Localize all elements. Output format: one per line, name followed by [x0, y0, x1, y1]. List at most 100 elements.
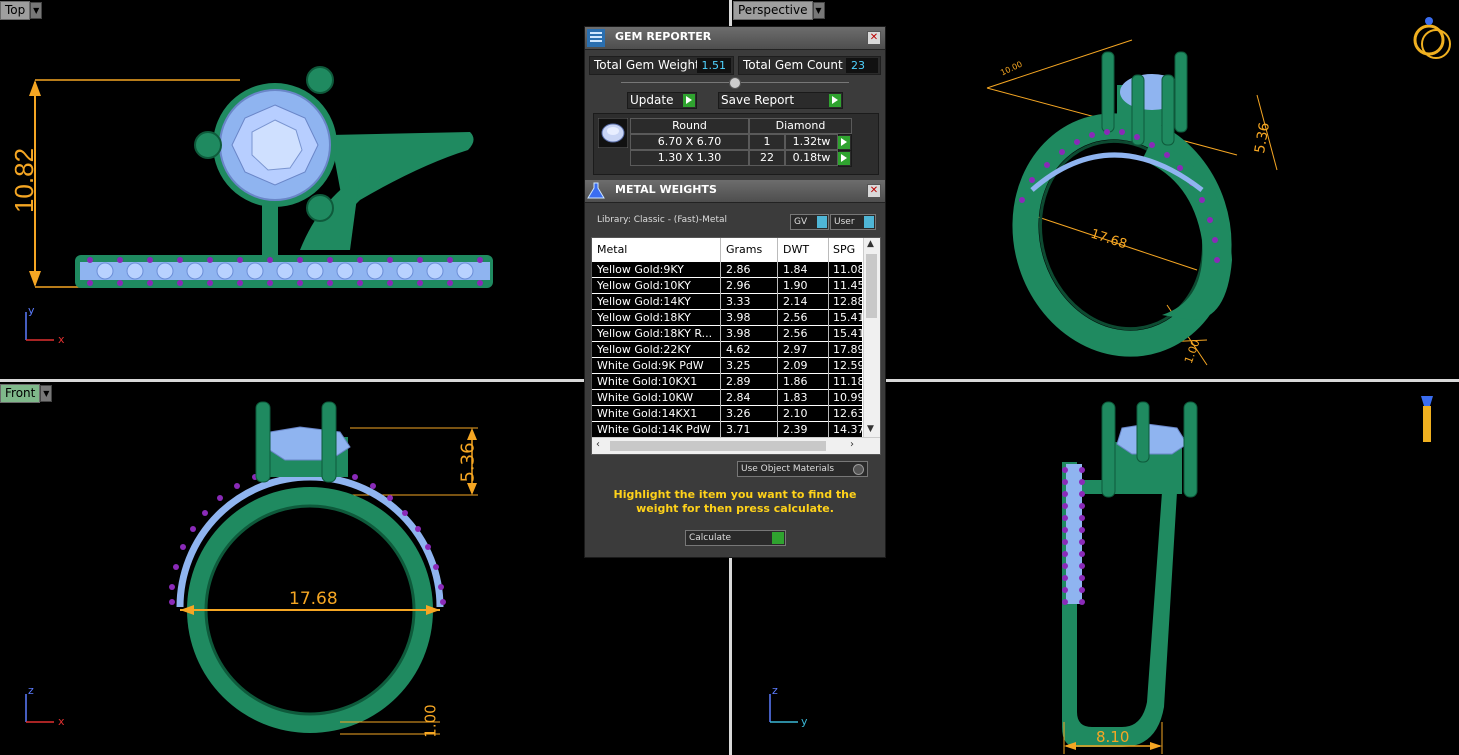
scroll-up-icon[interactable]: ▲	[867, 239, 874, 249]
total-gem-weight-field: Total Gem Weight 1.51	[589, 56, 734, 75]
play-icon	[838, 152, 850, 165]
calculate-button-label: Calculate	[689, 533, 732, 543]
chevron-down-icon[interactable]: ▼	[812, 2, 825, 19]
user-toggle-label: User	[834, 217, 855, 227]
table-cell: 12.63	[833, 407, 865, 420]
table-row[interactable]: Yellow Gold:10KY 2.96 1.90 11.45	[592, 278, 865, 293]
table-row[interactable]: White Gold:14KX1 3.26 2.10 12.63	[592, 406, 865, 421]
table-cell: 17.89	[833, 343, 865, 356]
table-row[interactable]: Yellow Gold:22KY 4.62 2.97 17.89	[592, 342, 865, 357]
axis-y-label: y	[801, 715, 808, 728]
horizontal-scrollbar[interactable]: ‹ ›	[592, 437, 880, 454]
table-cell: Yellow Gold:10KY	[597, 279, 691, 292]
table-cell: 2.96	[726, 279, 751, 292]
metal-weights-table[interactable]: Metal Grams DWT SPG Yellow Gold:9KY 2.86 1…	[591, 237, 881, 455]
column-header-grams[interactable]: Grams	[726, 243, 762, 256]
scroll-thumb[interactable]	[866, 254, 877, 318]
user-toggle[interactable]: User	[830, 214, 876, 230]
gem-reporter-panel: GEM REPORTER ✕ Total Gem Weight 1.51 Tot…	[584, 26, 886, 558]
viewport-label-top[interactable]: Top ▼	[0, 1, 43, 20]
table-row[interactable]: White Gold:10KW 2.84 1.83 10.99	[592, 390, 865, 405]
update-button[interactable]: Update	[627, 92, 697, 109]
panel-slider[interactable]	[621, 77, 849, 89]
gem-reporter-title: GEM REPORTER	[615, 30, 712, 43]
table-row[interactable]: Yellow Gold:9KY 2.86 1.84 11.08	[592, 262, 865, 277]
total-gem-weight-value: 1.51	[696, 58, 731, 73]
play-icon	[838, 136, 850, 149]
chevron-down-icon[interactable]: ▼	[40, 385, 53, 402]
table-cell: White Gold:9K PdW	[597, 359, 704, 372]
table-row[interactable]: Yellow Gold:18KY 3.98 2.56 15.41	[592, 310, 865, 325]
dim-front-diameter: 17.68	[289, 589, 338, 609]
table-row[interactable]: White Gold:9K PdW 3.25 2.09 12.59	[592, 358, 865, 373]
table-cell: 2.86	[726, 263, 751, 276]
save-report-button[interactable]: Save Report	[718, 92, 843, 109]
table-cell: 3.98	[726, 311, 751, 324]
viewport-label-perspective[interactable]: Perspective ▼	[733, 1, 825, 20]
column-header-metal[interactable]: Metal	[597, 243, 627, 256]
gem-size: 1.30 X 1.30	[630, 150, 749, 166]
table-row[interactable]: Yellow Gold:18KY R... 3.98 2.56 15.41	[592, 326, 865, 341]
table-cell: Yellow Gold:18KY	[597, 311, 691, 324]
gem-count: 22	[749, 150, 785, 166]
table-cell: 3.71	[726, 423, 751, 436]
play-icon	[829, 94, 841, 107]
axis-z-label: z	[772, 684, 778, 697]
table-cell: Yellow Gold:9KY	[597, 263, 684, 276]
round-diamond-icon	[598, 118, 628, 148]
metal-weights-title: METAL WEIGHTS	[615, 183, 717, 196]
toggle-icon	[864, 216, 874, 228]
table-row[interactable]: White Gold:10KX1 2.89 1.86 11.18	[592, 374, 865, 389]
hint-text: Highlight the item you want to find the …	[613, 488, 857, 515]
column-header-spg[interactable]: SPG	[833, 243, 855, 256]
table-header: Metal Grams DWT SPG	[592, 238, 862, 260]
close-icon[interactable]: ✕	[867, 31, 881, 45]
scroll-right-icon[interactable]: ›	[850, 439, 854, 450]
table-cell: 1.84	[783, 263, 808, 276]
gem-reporter-titlebar[interactable]: GEM REPORTER ✕	[585, 27, 885, 50]
play-icon	[772, 532, 784, 544]
use-object-materials-toggle[interactable]: Use Object Materials	[737, 461, 868, 477]
gv-toggle[interactable]: GV	[790, 214, 829, 230]
viewport-label-text: Front	[0, 384, 41, 403]
table-cell: 2.56	[783, 327, 808, 340]
scroll-thumb[interactable]	[610, 441, 826, 451]
table-cell: 2.09	[783, 359, 808, 372]
chevron-down-icon[interactable]: ▼	[30, 2, 43, 19]
axis-x-label: x	[58, 333, 65, 346]
gem-row-select-button[interactable]	[838, 134, 852, 151]
table-cell: Yellow Gold:18KY R...	[597, 327, 713, 340]
calculate-button[interactable]: Calculate	[685, 530, 786, 546]
scroll-left-icon[interactable]: ‹	[596, 439, 600, 450]
table-cell: 15.41	[833, 327, 865, 340]
dim-front-height: 5.36	[457, 442, 479, 483]
table-cell: 10.99	[833, 391, 865, 404]
axis-y-label: y	[28, 304, 35, 317]
table-row[interactable]: White Gold:14K PdW 3.71 2.39 14.37	[592, 422, 865, 437]
gem-row-select-button[interactable]	[838, 150, 852, 167]
axis-z-label: z	[28, 684, 34, 697]
column-header-dwt[interactable]: DWT	[783, 243, 809, 256]
vertical-scrollbar[interactable]: ▲ ▼	[863, 238, 880, 438]
axis-x-label: x	[58, 715, 65, 728]
table-cell: 12.88	[833, 295, 865, 308]
dim-front-band: 1.00	[421, 704, 440, 738]
instruction-text: Highlight the item you want to find the …	[585, 488, 885, 516]
use-object-materials-label: Use Object Materials	[741, 464, 835, 474]
gem-weight: 0.18tw	[785, 150, 838, 166]
table-cell: 2.89	[726, 375, 751, 388]
slider-handle-icon[interactable]	[729, 77, 741, 89]
table-cell: White Gold:10KX1	[597, 375, 698, 388]
library-label: Library: Classic - (Fast)-Metal	[597, 215, 728, 225]
table-cell: 3.98	[726, 327, 751, 340]
table-row[interactable]: Yellow Gold:14KY 3.33 2.14 12.88	[592, 294, 865, 309]
metal-weights-titlebar[interactable]: METAL WEIGHTS ✕	[585, 180, 885, 203]
table-cell: 2.10	[783, 407, 808, 420]
close-icon[interactable]: ✕	[867, 184, 881, 198]
table-cell: 3.33	[726, 295, 751, 308]
table-cell: 3.25	[726, 359, 751, 372]
table-cell: 1.83	[783, 391, 808, 404]
scroll-down-icon[interactable]: ▼	[867, 424, 874, 434]
table-cell: 1.86	[783, 375, 808, 388]
viewport-label-front[interactable]: Front ▼	[0, 384, 53, 403]
